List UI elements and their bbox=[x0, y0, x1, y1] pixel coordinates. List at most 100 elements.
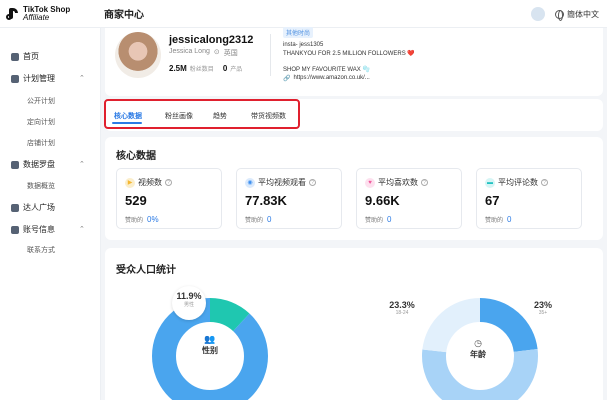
chevron-up-icon[interactable]: ⌃ bbox=[79, 74, 85, 82]
person-icon: 👥 bbox=[204, 334, 216, 344]
metric-card-avg-likes: ♥ 平均喜欢数 ? 9.66K 赞助的 0 bbox=[356, 168, 462, 229]
active-tab-indicator bbox=[112, 122, 142, 124]
info-icon[interactable]: ? bbox=[165, 179, 172, 186]
sidebar-subitem-shop-plan[interactable]: 店铺计划 bbox=[27, 138, 55, 148]
sponsored-label: 赞助的 bbox=[365, 218, 384, 224]
top-bar: TikTok Shop Affiliate 商家中心 簡体中文 bbox=[0, 0, 607, 28]
sidebar-subitem-targeted-plan[interactable]: 定向计划 bbox=[27, 117, 55, 127]
chevron-up-icon[interactable]: ⌃ bbox=[79, 160, 85, 168]
creator-username: jessicalong2312 bbox=[169, 34, 254, 46]
metric-label: 平均喜欢数 bbox=[378, 178, 418, 187]
followers-value: 2.5M bbox=[169, 64, 187, 73]
metric-value: 529 bbox=[125, 193, 147, 208]
sidebar-item-account-info[interactable]: 账号信息 bbox=[11, 224, 55, 235]
age-callout-right: 23% 35+ bbox=[528, 300, 558, 316]
metric-value: 77.83K bbox=[245, 193, 287, 208]
metric-value: 9.66K bbox=[365, 193, 400, 208]
language-selector[interactable]: 簡体中文 bbox=[555, 9, 599, 21]
info-icon[interactable]: ? bbox=[309, 179, 316, 186]
location-icon: ⊙ bbox=[213, 49, 220, 56]
language-label: 簡体中文 bbox=[567, 9, 599, 19]
sidebar-item-label: 账号信息 bbox=[23, 225, 55, 234]
account-icon bbox=[11, 225, 19, 234]
metric-card-avg-comments: ▬ 平均评论数 ? 67 赞助的 0 bbox=[476, 168, 582, 229]
age-callout-left: 23.3% 18-24 bbox=[382, 300, 422, 316]
age-center-label: 年龄 bbox=[470, 350, 486, 359]
tiktok-shop-logo[interactable]: TikTok Shop Affiliate bbox=[0, 5, 100, 22]
metric-label: 平均评论数 bbox=[498, 178, 538, 187]
info-icon[interactable]: ? bbox=[421, 179, 428, 186]
tab-core-data[interactable]: 核心数据 bbox=[114, 111, 142, 121]
logo-line2: Affiliate bbox=[23, 12, 50, 22]
gender-hole bbox=[177, 323, 243, 389]
sidebar-item-home[interactable]: 首页 bbox=[11, 51, 39, 62]
sidebar-item-label: 达人广场 bbox=[23, 203, 55, 212]
video-icon: ▶ bbox=[125, 177, 135, 188]
gender-center-label: 性别 bbox=[202, 346, 218, 355]
info-icon[interactable]: ? bbox=[541, 179, 548, 186]
bio-line: SHOP MY FAVOURITE WAX 🫧 bbox=[283, 67, 370, 73]
sponsored-value: 0 bbox=[507, 215, 512, 224]
bio-link[interactable]: 🔗 https://www.amazon.co.uk/... bbox=[283, 75, 370, 82]
sponsored-label: 赞助的 bbox=[125, 218, 144, 224]
tab-video-count[interactable]: 带货视频数 bbox=[251, 111, 286, 121]
sidebar-divider bbox=[100, 28, 101, 400]
sponsored-label: 赞助的 bbox=[245, 218, 264, 224]
sidebar-subitem-public-plan[interactable]: 公开计划 bbox=[27, 96, 55, 106]
play-icon: ◉ bbox=[245, 177, 255, 188]
link-icon: 🔗 bbox=[283, 76, 291, 82]
tab-fan-portrait[interactable]: 粉丝画像 bbox=[165, 111, 193, 121]
page-title: 商家中心 bbox=[104, 10, 144, 21]
age-left-pct: 23.3% bbox=[389, 300, 415, 310]
sponsored-value: 0% bbox=[147, 215, 159, 224]
products-value: 0 bbox=[222, 64, 228, 73]
bio-line: THANKYOU FOR 2.5 MILLION FOLLOWERS ❤️ bbox=[283, 51, 415, 57]
audience-title: 受众人口统计 bbox=[116, 265, 176, 276]
gender-center: 👥 性别 bbox=[190, 334, 230, 356]
heart-icon: ♥ bbox=[365, 177, 375, 188]
sidebar-subitem-contact[interactable]: 联系方式 bbox=[27, 245, 55, 255]
sidebar-item-label: 首页 bbox=[23, 52, 39, 61]
age-right-pct: 23% bbox=[533, 300, 552, 310]
products-label: 产品 bbox=[230, 67, 243, 73]
plan-icon bbox=[11, 74, 19, 83]
sidebar-item-plans[interactable]: 计划管理 bbox=[11, 73, 55, 84]
sponsored-value: 0 bbox=[267, 215, 272, 224]
creator-icon bbox=[11, 203, 19, 212]
compass-icon bbox=[11, 160, 19, 169]
bio-link-text: https://www.amazon.co.uk/... bbox=[293, 75, 370, 81]
comment-icon: ▬ bbox=[485, 177, 495, 188]
sponsored-value: 0 bbox=[387, 215, 392, 224]
metric-card-videos: ▶ 视频数 ? 529 赞助的 0% bbox=[116, 168, 222, 229]
chevron-up-icon[interactable]: ⌃ bbox=[79, 225, 85, 233]
metric-card-avg-views: ◉ 平均视频观看 ? 77.83K 赞助的 0 bbox=[236, 168, 342, 229]
age-right-label: 35+ bbox=[538, 310, 548, 316]
creator-avatar bbox=[115, 32, 161, 78]
creator-display-name: Jessica Long bbox=[169, 48, 210, 55]
profile-divider bbox=[270, 34, 271, 76]
category-badge: 其他时尚 bbox=[283, 27, 314, 38]
creator-stats: 2.5M 粉丝数目 0 产品 bbox=[169, 64, 242, 73]
gender-callout-label: 男性 bbox=[183, 302, 194, 308]
home-icon bbox=[11, 52, 19, 61]
bio-line: insta- jess1305 bbox=[283, 42, 324, 48]
clock-icon: ◷ bbox=[474, 338, 482, 348]
metric-label: 平均视频观看 bbox=[258, 178, 306, 187]
gender-callout-pct: 11.9% bbox=[176, 291, 202, 301]
sidebar-item-label: 计划管理 bbox=[23, 74, 55, 83]
sidebar-subitem-data-overview[interactable]: 数据概览 bbox=[27, 181, 55, 191]
metric-label: 视频数 bbox=[138, 178, 162, 187]
creator-country: 英国 bbox=[223, 50, 238, 57]
tab-trend[interactable]: 趋势 bbox=[213, 111, 227, 121]
tiktok-logo-icon bbox=[6, 7, 20, 21]
user-avatar[interactable] bbox=[531, 7, 545, 21]
age-left-label: 18-24 bbox=[395, 310, 409, 316]
globe-icon bbox=[555, 9, 564, 21]
age-center: ◷ 年龄 bbox=[458, 338, 498, 360]
core-data-title: 核心数据 bbox=[116, 151, 156, 162]
sidebar-item-label: 数据罗盘 bbox=[23, 160, 55, 169]
sidebar-item-data-compass[interactable]: 数据罗盘 bbox=[11, 159, 55, 170]
creator-meta: Jessica Long ⊙ 英国 bbox=[169, 48, 238, 58]
sidebar-item-creator-plaza[interactable]: 达人广场 bbox=[11, 202, 55, 213]
gender-callout: 11.9% 男性 bbox=[172, 286, 206, 320]
